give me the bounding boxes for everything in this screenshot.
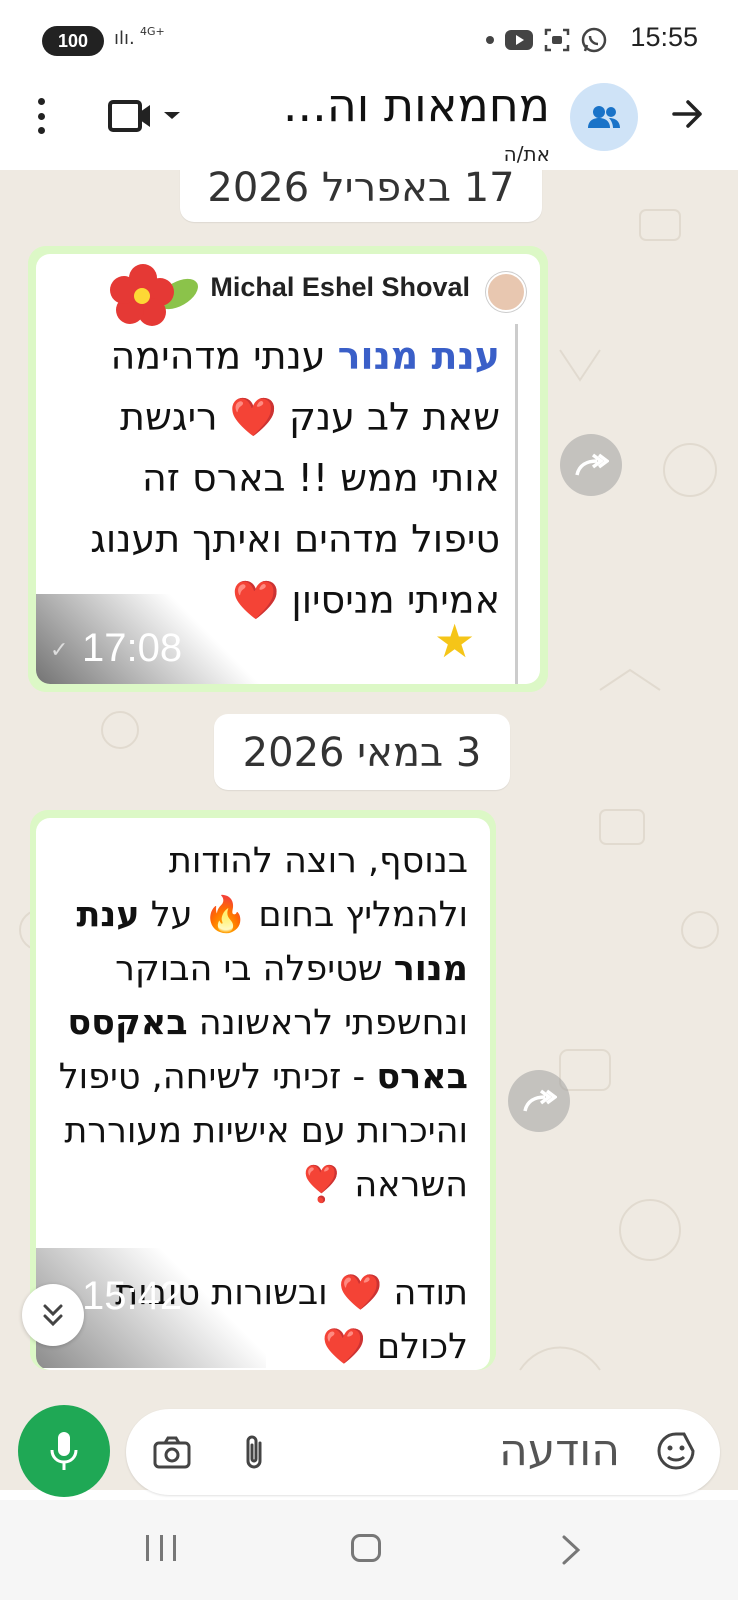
status-bar: 100 ılı. 4G+ 15:55 xyxy=(0,0,738,80)
network-type: 4G+ xyxy=(140,25,165,38)
youtube-icon xyxy=(505,30,533,50)
forward-button[interactable] xyxy=(508,1070,570,1132)
group-avatar[interactable] xyxy=(570,83,638,151)
message-bubble[interactable]: בנוסף, רוצה להודות ולהמליץ בחום 🔥 על ענת… xyxy=(30,810,496,1370)
quote-line xyxy=(515,324,518,684)
group-icon xyxy=(588,106,620,128)
voice-message-button[interactable] xyxy=(18,1405,110,1497)
message-time: 15:42 xyxy=(82,1274,183,1318)
clock: 15:55 xyxy=(630,22,698,52)
message-content: בנוסף, רוצה להודות ולהמליץ בחום 🔥 על ענת… xyxy=(36,818,490,1370)
forward-icon xyxy=(523,1089,557,1112)
forward-button[interactable] xyxy=(560,434,622,496)
mention-link[interactable]: ענת מנור xyxy=(338,334,500,378)
message-time: 17:08 xyxy=(82,626,183,670)
date-separator: 3 במאי 2026 xyxy=(214,714,510,790)
scroll-down-button[interactable] xyxy=(22,1284,84,1346)
sticker-icon[interactable] xyxy=(656,1431,696,1471)
chat-subtitle: את/ה xyxy=(503,142,550,166)
attach-icon[interactable] xyxy=(240,1433,270,1473)
mic-icon xyxy=(50,1432,78,1470)
date-separator: 17 באפריל 2026 xyxy=(180,170,542,222)
dot-icon xyxy=(486,36,494,44)
check-icon: ✓ xyxy=(50,638,69,663)
video-call-icon[interactable] xyxy=(108,98,184,134)
star-icon: ★ xyxy=(434,614,476,668)
signal-icon: ılı. xyxy=(114,28,135,49)
screenshot-icon xyxy=(544,28,570,52)
message-placeholder: הודעה xyxy=(498,1425,620,1476)
notification-icons xyxy=(486,24,608,56)
sender-name[interactable]: Michal Eshel Shoval xyxy=(210,272,470,303)
message-content: Michal Eshel Shoval ענת מנור ענתי מדהימה… xyxy=(36,254,540,684)
chat-title[interactable]: מחמאות וה... xyxy=(200,78,550,132)
recent-apps-icon[interactable] xyxy=(146,1535,176,1561)
more-options-icon[interactable] xyxy=(34,98,48,134)
back-arrow-icon[interactable] xyxy=(670,96,706,132)
message-input[interactable]: הודעה xyxy=(126,1409,720,1495)
camera-icon[interactable] xyxy=(152,1435,192,1471)
message-text: ענת מנור ענתי מדהימה שאת לב ענק ❤️ ריגשת… xyxy=(90,334,500,622)
forward-icon xyxy=(575,453,609,476)
battery-indicator: 100 xyxy=(42,26,104,56)
chat-area[interactable]: 17 באפריל 2026 Michal Eshel Shoval ענת מ… xyxy=(0,170,738,1490)
flower-icon xyxy=(110,264,198,326)
message-bubble[interactable]: Michal Eshel Shoval ענת מנור ענתי מדהימה… xyxy=(28,246,548,692)
home-icon[interactable] xyxy=(351,1534,381,1562)
double-chevron-down-icon xyxy=(43,1304,63,1327)
sender-avatar xyxy=(486,272,526,312)
whatsapp-icon xyxy=(581,27,607,53)
back-icon[interactable] xyxy=(560,1534,582,1566)
